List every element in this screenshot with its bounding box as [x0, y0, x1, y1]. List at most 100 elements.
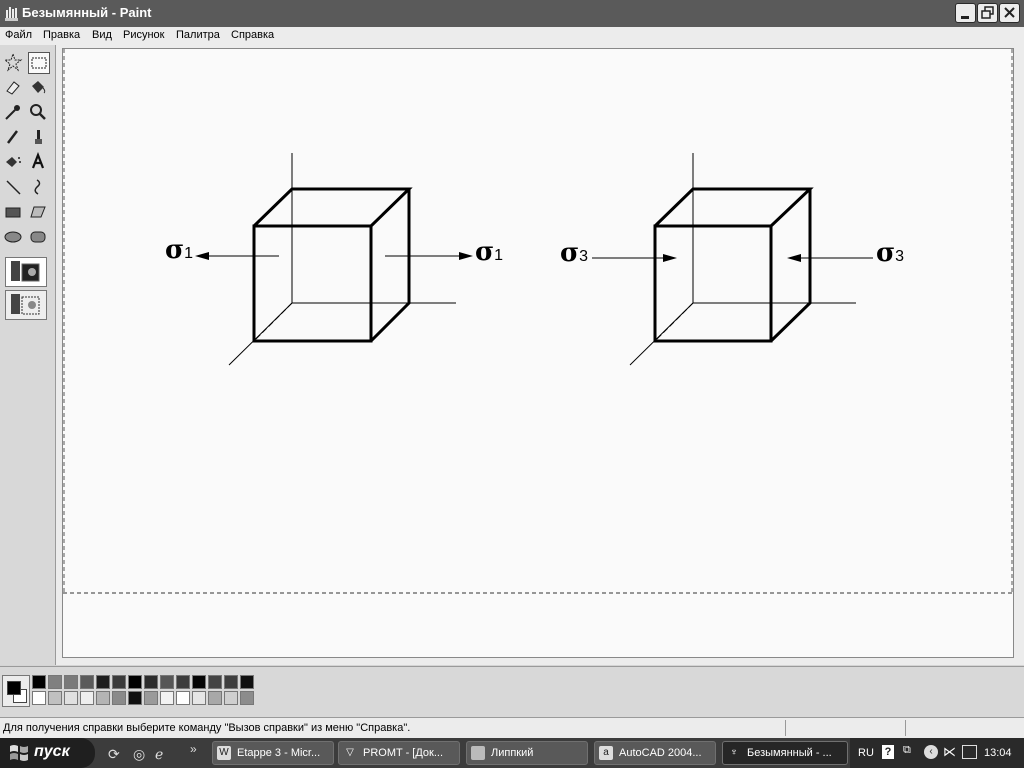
menu-help[interactable]: Справка: [231, 29, 274, 41]
restore-button[interactable]: [977, 3, 998, 23]
paint-icon: ♆: [730, 747, 738, 758]
magnifier-tool[interactable]: [28, 102, 50, 124]
color-palette-bar: [0, 666, 1024, 717]
left-inward-arrow-head: [663, 254, 677, 262]
rect-select-tool[interactable]: [28, 52, 50, 74]
drawing-canvas[interactable]: σ1 σ1 σ3 σ3: [62, 48, 1014, 658]
palette-swatch[interactable]: [240, 675, 254, 689]
task-word[interactable]: W Etappe 3 - Micr...: [212, 741, 334, 765]
sigma-subscript: 1: [494, 247, 504, 264]
palette-swatch[interactable]: [128, 675, 142, 689]
palette-swatch[interactable]: [160, 675, 174, 689]
palette-swatch[interactable]: [224, 691, 238, 705]
primary-color-swatch[interactable]: [7, 681, 21, 695]
right-arrow-head: [459, 252, 473, 260]
sigma-symbol: σ: [876, 238, 896, 268]
eraser-icon: [6, 81, 20, 95]
quicklaunch-ie-icon[interactable]: ℯ: [155, 746, 163, 763]
rectangle-tool[interactable]: [3, 202, 25, 224]
palette-swatch[interactable]: [144, 691, 158, 705]
opaque-option[interactable]: [5, 257, 47, 287]
start-button[interactable]: пуск: [0, 738, 95, 768]
curve-icon: [34, 179, 41, 195]
palette-swatch[interactable]: [208, 691, 222, 705]
palette-swatch[interactable]: [160, 691, 174, 705]
eraser-tool[interactable]: [3, 77, 25, 99]
close-button[interactable]: [999, 3, 1020, 23]
menu-image[interactable]: Рисунок: [123, 29, 165, 41]
palette-swatch[interactable]: [176, 691, 190, 705]
taskbar: пуск ⟳ ◎ ℯ » W Etappe 3 - Micr... ▽ PROM…: [0, 738, 1024, 768]
menu-file[interactable]: Файл: [5, 29, 32, 41]
palette-swatch[interactable]: [192, 691, 206, 705]
tray-collapse-icon[interactable]: ‹: [924, 745, 938, 759]
palette-swatch[interactable]: [96, 675, 110, 689]
brush-tool[interactable]: [28, 127, 50, 149]
windows-flag-icon: [10, 745, 28, 761]
sigma3-label-right: σ3: [876, 239, 904, 271]
minimize-button[interactable]: [955, 3, 976, 23]
folder-icon: [471, 746, 485, 760]
network-tray-icon[interactable]: ⧉: [903, 744, 911, 757]
autocad-icon: a: [599, 746, 613, 760]
antivirus-tray-icon[interactable]: ⋉: [943, 744, 956, 760]
window-title: Безымянный - Paint: [22, 5, 152, 20]
palette-swatch[interactable]: [48, 675, 62, 689]
curve-tool[interactable]: [28, 177, 50, 199]
airbrush-icon: [6, 157, 21, 167]
palette-swatch[interactable]: [32, 675, 46, 689]
ellipse-icon: [4, 231, 22, 243]
rounded-rect-tool[interactable]: [28, 227, 50, 249]
palette-swatch[interactable]: [112, 691, 126, 705]
task-label: Безымянный - ...: [747, 747, 832, 759]
transparent-option[interactable]: [5, 290, 47, 320]
menu-edit[interactable]: Правка: [43, 29, 80, 41]
palette-swatch[interactable]: [80, 691, 94, 705]
polygon-tool[interactable]: [28, 202, 50, 224]
palette-swatch[interactable]: [96, 691, 110, 705]
start-label: пуск: [34, 743, 70, 760]
palette-swatch[interactable]: [240, 691, 254, 705]
promt-icon: ▽: [346, 747, 354, 758]
menu-palette[interactable]: Палитра: [176, 29, 220, 41]
rect-select-icon: [31, 57, 47, 69]
ellipse-tool[interactable]: [3, 227, 25, 249]
magnifier-icon: [30, 104, 46, 120]
system-tray: RU ? ⧉ ‹ ⋉ 13:04: [850, 738, 1024, 768]
palette-swatch[interactable]: [48, 691, 62, 705]
palette-swatch[interactable]: [64, 675, 78, 689]
sigma-subscript: 1: [184, 245, 194, 262]
palette-swatch[interactable]: [208, 675, 222, 689]
palette-swatch[interactable]: [64, 691, 78, 705]
color-picker-tool[interactable]: [3, 102, 25, 124]
task-promt[interactable]: ▽ PROMT - [Док...: [338, 741, 460, 765]
fill-tool[interactable]: [28, 77, 50, 99]
line-tool[interactable]: [3, 177, 25, 199]
task-folder[interactable]: Липпкий: [466, 741, 588, 765]
language-indicator[interactable]: RU: [858, 747, 874, 759]
sigma-label-right: σ1: [475, 238, 503, 270]
palette-swatch[interactable]: [192, 675, 206, 689]
palette-swatch[interactable]: [144, 675, 158, 689]
drawing-layer: [63, 49, 1013, 594]
quicklaunch-search-icon[interactable]: ◎: [133, 746, 145, 763]
palette-swatch[interactable]: [80, 675, 94, 689]
help-tray-icon[interactable]: ?: [882, 745, 894, 759]
palette-swatch[interactable]: [176, 675, 190, 689]
display-tray-icon[interactable]: [962, 745, 977, 759]
palette-swatch[interactable]: [32, 691, 46, 705]
palette-swatch[interactable]: [112, 675, 126, 689]
palette-swatch[interactable]: [128, 691, 142, 705]
menu-view[interactable]: Вид: [92, 29, 112, 41]
quicklaunch-messenger-icon[interactable]: ⟳: [108, 746, 120, 763]
free-select-tool[interactable]: [3, 52, 25, 74]
palette-swatch[interactable]: [224, 675, 238, 689]
airbrush-tool[interactable]: [3, 152, 25, 174]
task-paint[interactable]: ♆ Безымянный - ...: [722, 741, 848, 765]
status-pane-divider: [905, 720, 906, 736]
text-tool[interactable]: [28, 151, 50, 174]
task-autocad[interactable]: a AutoCAD 2004...: [594, 741, 716, 765]
quicklaunch-chevron[interactable]: »: [190, 742, 197, 756]
pencil-tool[interactable]: [3, 127, 25, 149]
pencil-icon: [7, 130, 18, 144]
